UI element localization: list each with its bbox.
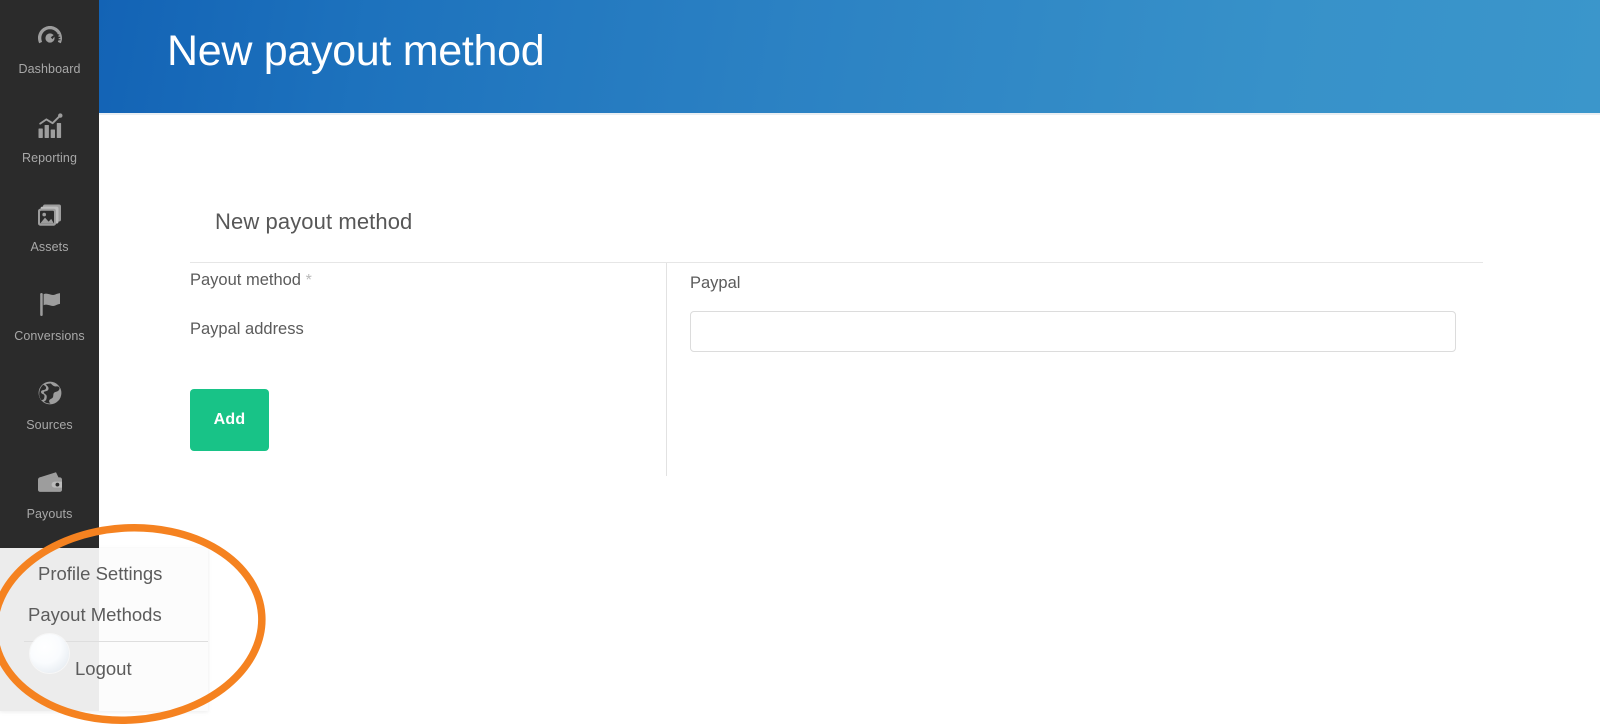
gauge-icon bbox=[33, 20, 67, 54]
sidebar-item-payouts[interactable]: Payouts bbox=[0, 445, 99, 534]
menu-item-label: Profile Settings bbox=[38, 562, 163, 584]
menu-item-profile-settings[interactable]: Profile Settings bbox=[0, 553, 208, 594]
sidebar-item-label: Assets bbox=[30, 239, 69, 254]
page-header: New payout method bbox=[99, 0, 1600, 113]
main-content: New payout method Payout method * Paypal… bbox=[99, 115, 1600, 711]
form-top-divider bbox=[190, 262, 1483, 263]
payout-method-label-text: Payout method bbox=[190, 271, 301, 289]
menu-item-label: Payout Methods bbox=[28, 603, 162, 625]
flag-icon bbox=[33, 287, 67, 321]
sidebar-item-label: Conversions bbox=[14, 328, 85, 343]
section-title: New payout method bbox=[215, 209, 413, 234]
sidebar-item-label: Dashboard bbox=[18, 61, 81, 76]
paypal-address-label: Paypal address bbox=[190, 320, 304, 338]
sidebar-item-label: Reporting bbox=[21, 150, 78, 165]
wallet-icon bbox=[33, 465, 67, 499]
sidebar-item-dashboard[interactable]: Dashboard bbox=[0, 0, 99, 89]
user-dropdown-menu: Profile Settings Payout Methods Logout bbox=[0, 548, 208, 711]
image-stack-icon bbox=[33, 198, 67, 232]
add-button[interactable]: Add bbox=[190, 389, 269, 451]
sidebar-item-label: Payouts bbox=[26, 506, 73, 521]
menu-item-payout-methods[interactable]: Payout Methods bbox=[0, 594, 208, 635]
sidebar-item-sources[interactable]: Sources bbox=[0, 356, 99, 445]
globe-icon bbox=[33, 376, 67, 410]
paypal-address-input[interactable] bbox=[690, 311, 1456, 352]
payout-method-value: Paypal bbox=[690, 274, 741, 292]
sidebar-item-assets[interactable]: Assets bbox=[0, 178, 99, 267]
sidebar-item-label: Sources bbox=[26, 417, 73, 432]
form-column-divider bbox=[666, 263, 667, 476]
sidebar-item-reporting[interactable]: Reporting bbox=[0, 89, 99, 178]
page-title: New payout method bbox=[167, 27, 545, 75]
required-asterisk: * bbox=[305, 272, 312, 289]
payout-method-label: Payout method * bbox=[190, 271, 312, 290]
sidebar-item-conversions[interactable]: Conversions bbox=[0, 267, 99, 356]
avatar[interactable] bbox=[30, 634, 69, 673]
bar-chart-icon bbox=[33, 109, 67, 143]
